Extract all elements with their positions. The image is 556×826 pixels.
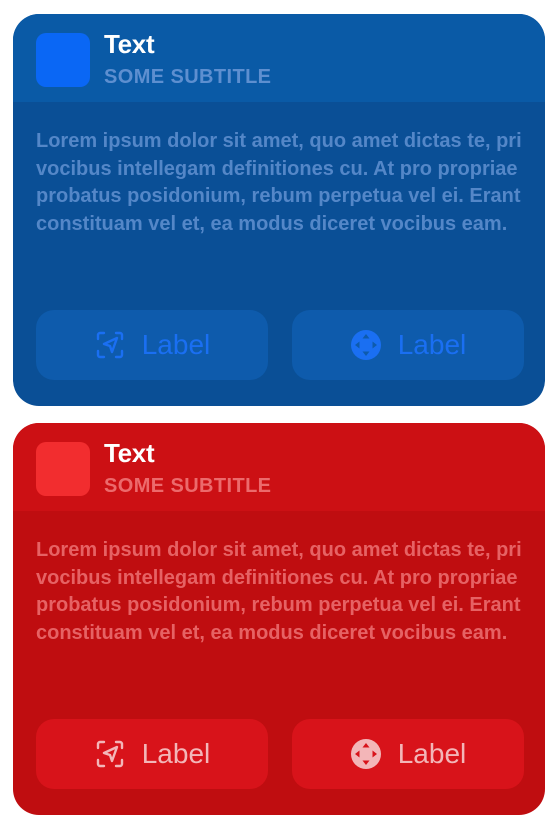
- button-label: Label: [141, 738, 211, 769]
- card-subtitle: SOME SUBTITLE: [104, 475, 272, 497]
- card-blue: Text SOME SUBTITLE Lorem ipsum dolor sit…: [13, 14, 545, 406]
- card-header: Text SOME SUBTITLE: [13, 423, 545, 511]
- card-body-text: Lorem ipsum dolor sit amet, quo amet dic…: [36, 539, 522, 644]
- location-button[interactable]: Label: [36, 310, 268, 380]
- button-label: Label: [141, 329, 211, 360]
- card-red: Text SOME SUBTITLE Lorem ipsum dolor sit…: [13, 423, 545, 815]
- card-header: Text SOME SUBTITLE: [13, 14, 545, 102]
- dpad-circle-icon: [350, 738, 382, 770]
- dpad-circle-icon: [350, 329, 382, 361]
- card-title: Text: [104, 438, 155, 468]
- button-label: Label: [397, 738, 467, 769]
- card-thumbnail: [36, 442, 90, 496]
- button-label: Label: [397, 329, 467, 360]
- card-subtitle: SOME SUBTITLE: [104, 66, 272, 88]
- dpad-button[interactable]: Label: [292, 310, 524, 380]
- card-title: Text: [104, 29, 155, 59]
- card-thumbnail: [36, 33, 90, 87]
- location-viewfinder-icon: [94, 738, 126, 770]
- location-viewfinder-icon: [94, 329, 126, 361]
- location-button[interactable]: Label: [36, 719, 268, 789]
- dpad-button[interactable]: Label: [292, 719, 524, 789]
- card-body-text: Lorem ipsum dolor sit amet, quo amet dic…: [36, 130, 522, 235]
